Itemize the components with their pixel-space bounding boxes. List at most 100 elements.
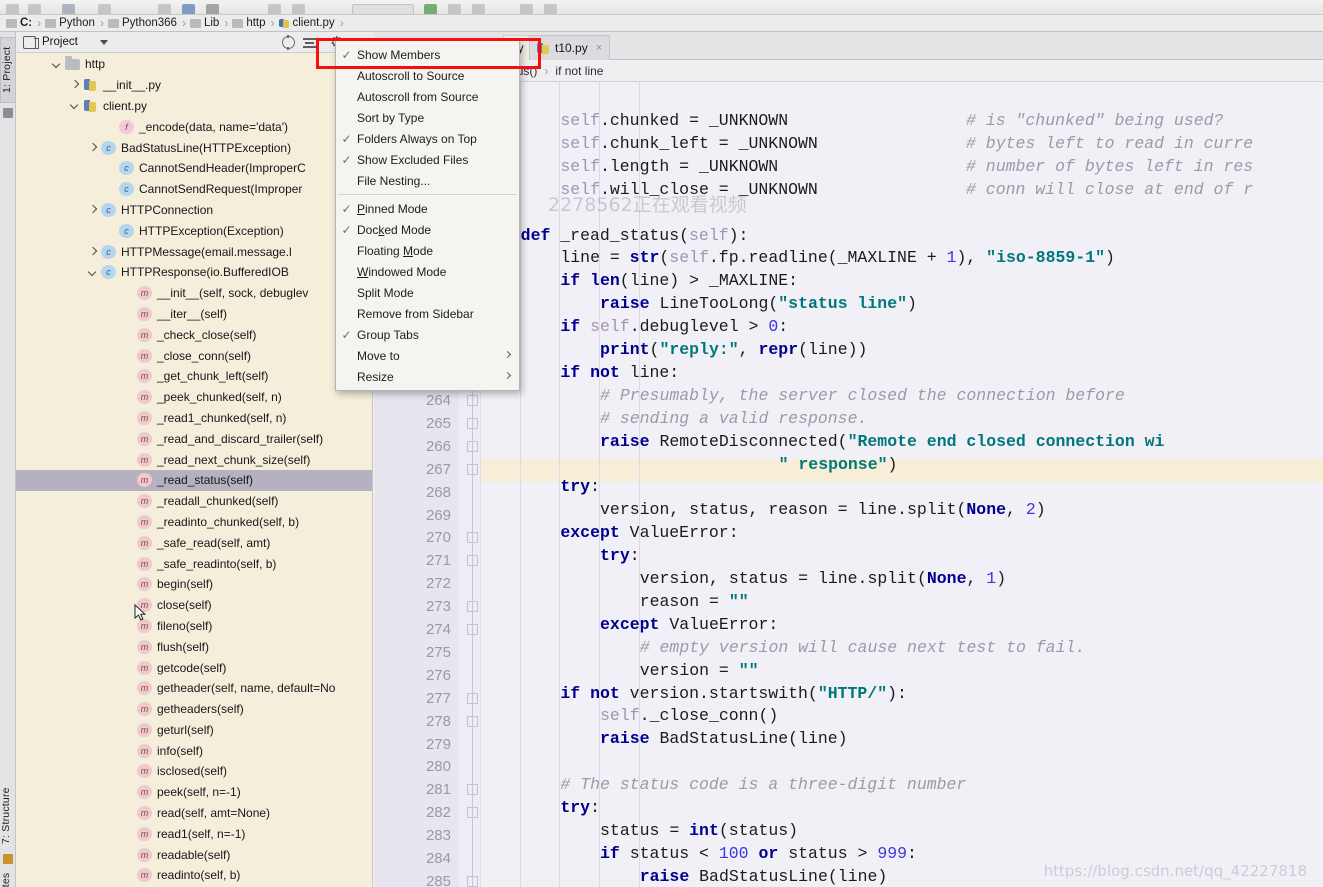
tree-item[interactable]: c BadStatusLine(HTTPException) [16,137,372,158]
toolbar-icon-paste[interactable] [206,4,219,14]
run-button[interactable] [424,4,437,14]
tree-item[interactable]: c HTTPConnection [16,200,372,221]
menu-item-sort-by-type[interactable]: Sort by Type [336,107,519,128]
tree-item[interactable]: m readable(self) [16,844,372,865]
menu-item-resize[interactable]: Resize [336,366,519,387]
chevron-down-icon[interactable] [52,59,63,70]
menu-item-show-members[interactable]: ✓ Show Members [336,44,519,65]
menu-item-folders-always-on-top[interactable]: ✓ Folders Always on Top [336,128,519,149]
tree-item[interactable]: m begin(self) [16,574,372,595]
sidebar-item-project[interactable]: 1: Project [0,37,16,103]
toolbar-icon-cut[interactable] [158,4,171,14]
chevron-down-icon[interactable] [88,267,99,278]
breadcrumb-item-client-py[interactable]: client.py [278,15,335,32]
tree-item[interactable]: m _safe_readinto(self, b) [16,553,372,574]
editor-breadcrumb-item[interactable]: if not line [555,64,603,78]
toolbar-icon-settings[interactable] [520,4,533,14]
tree-item[interactable]: m _check_close(self) [16,324,372,345]
tree-item[interactable]: c CannotSendHeader(ImproperC [16,158,372,179]
menu-item-windowed-mode[interactable]: Windowed Mode [336,261,519,282]
tree-item[interactable]: m _close_conn(self) [16,345,372,366]
tree-item[interactable]: m __init__(self, sock, debuglev [16,283,372,304]
code-content[interactable]: self.chunked = _UNKNOWN # is "chunked" be… [481,82,1323,887]
debug-button[interactable] [448,4,461,14]
toolbar-icon-search-everywhere[interactable] [544,4,557,14]
tree-item[interactable]: m _read_and_discard_trailer(self) [16,428,372,449]
tree-item[interactable]: m _peek_chunked(self, n) [16,387,372,408]
tree-item[interactable]: m _safe_read(self, amt) [16,532,372,553]
toolbar-icon-find[interactable] [268,4,281,14]
tree-item[interactable]: m getheader(self, name, default=No [16,678,372,699]
breadcrumb-item-lib[interactable]: Lib [189,15,219,32]
sidebar-item-favorites[interactable]: vorites [0,860,16,887]
tree-item[interactable]: m fileno(self) [16,616,372,637]
tree-item[interactable]: m isclosed(self) [16,761,372,782]
tree-item[interactable]: m flush(self) [16,636,372,657]
menu-item-floating-mode[interactable]: Floating Mode [336,240,519,261]
toolbar-icon-sync[interactable] [62,4,75,14]
toolbar-icon-undo[interactable] [98,4,111,14]
editor-tab-t10[interactable]: t10.py × [529,35,611,60]
menu-item-docked-mode[interactable]: ✓ Docked Mode [336,219,519,240]
scroll-from-source-icon[interactable] [282,35,295,50]
menu-item-move-to[interactable]: Move to [336,345,519,366]
toolbar-icon-replace[interactable] [292,4,305,14]
main-toolbar[interactable] [0,0,1323,15]
tree-item[interactable]: client.py [16,96,372,117]
tree-item[interactable]: m geturl(self) [16,720,372,741]
chevron-right-icon[interactable] [88,142,99,153]
toolbar-icon-copy[interactable] [182,4,195,14]
chevron-right-icon[interactable] [88,204,99,215]
tree-item[interactable]: m _read1_chunked(self, n) [16,408,372,429]
run-configuration-selector[interactable] [352,4,414,14]
tree-item[interactable]: f _encode(data, name='data') [16,116,372,137]
menu-item-autoscroll-from-source[interactable]: Autoscroll from Source [336,86,519,107]
project-tool-window: Project http __init__.py client.py f _encode… [16,32,373,887]
tree-item[interactable]: m close(self) [16,595,372,616]
tree-item[interactable]: m _read_status(self) [16,469,372,491]
collapse-all-icon[interactable] [303,36,316,49]
tree-item[interactable]: m __iter__(self) [16,304,372,325]
tree-item[interactable]: m readinto(self, b) [16,865,372,886]
menu-item-remove-from-sidebar[interactable]: Remove from Sidebar [336,303,519,324]
chevron-right-icon[interactable] [70,80,81,91]
breadcrumb-item-http[interactable]: http [232,15,266,32]
tree-item[interactable]: m getheaders(self) [16,699,372,720]
tree-item[interactable]: m _readinto_chunked(self, b) [16,512,372,533]
toolbar-icon-open[interactable] [6,4,19,14]
view-options-menu[interactable]: ✓ Show Members Autoscroll to Source Autoscr… [335,40,520,391]
tree-item[interactable]: m read1(self, n=-1) [16,823,372,844]
tree-item[interactable]: c CannotSendRequest(Improper [16,179,372,200]
tree-item[interactable]: c HTTPResponse(io.BufferedIOB [16,262,372,283]
chevron-right-icon[interactable] [88,246,99,257]
stop-button[interactable] [472,4,485,14]
breadcrumb-item-python366[interactable]: Python366 [107,15,177,32]
menu-item-split-mode[interactable]: Split Mode [336,282,519,303]
tree-item[interactable]: http [16,54,372,75]
toolbar-icon-save[interactable] [28,4,41,14]
menu-item-group-tabs[interactable]: ✓ Group Tabs [336,324,519,345]
menu-item-pinned-mode[interactable]: ✓ Pinned Mode [336,198,519,219]
menu-item-autoscroll-to-source[interactable]: Autoscroll to Source [336,65,519,86]
chevron-down-icon[interactable] [99,39,108,45]
tree-item[interactable]: __init__.py [16,75,372,96]
breadcrumb-separator: › [339,16,344,30]
breadcrumb-item-c-[interactable]: C: [6,15,32,32]
chevron-down-icon[interactable] [70,100,81,111]
project-tree[interactable]: http __init__.py client.py f _encode(data, n… [16,54,372,887]
sidebar-item-structure[interactable]: 7: Structure [0,780,16,852]
tree-item[interactable]: m _read_next_chunk_size(self) [16,449,372,470]
tree-item[interactable]: m read(self, amt=None) [16,803,372,824]
breadcrumb-item-python[interactable]: Python [45,15,95,32]
menu-item-file-nesting[interactable]: File Nesting... [336,170,519,191]
tree-item[interactable]: c HTTPMessage(email.message.l [16,241,372,262]
close-icon[interactable]: × [596,42,602,54]
tree-item[interactable]: m _readall_chunked(self) [16,491,372,512]
tree-item[interactable]: m _get_chunk_left(self) [16,366,372,387]
tree-item[interactable]: m getcode(self) [16,657,372,678]
tree-item[interactable]: c HTTPException(Exception) [16,220,372,241]
tree-item[interactable]: m peek(self, n=-1) [16,782,372,803]
menu-item-show-excluded-files[interactable]: ✓ Show Excluded Files [336,149,519,170]
tree-item[interactable]: m info(self) [16,740,372,761]
